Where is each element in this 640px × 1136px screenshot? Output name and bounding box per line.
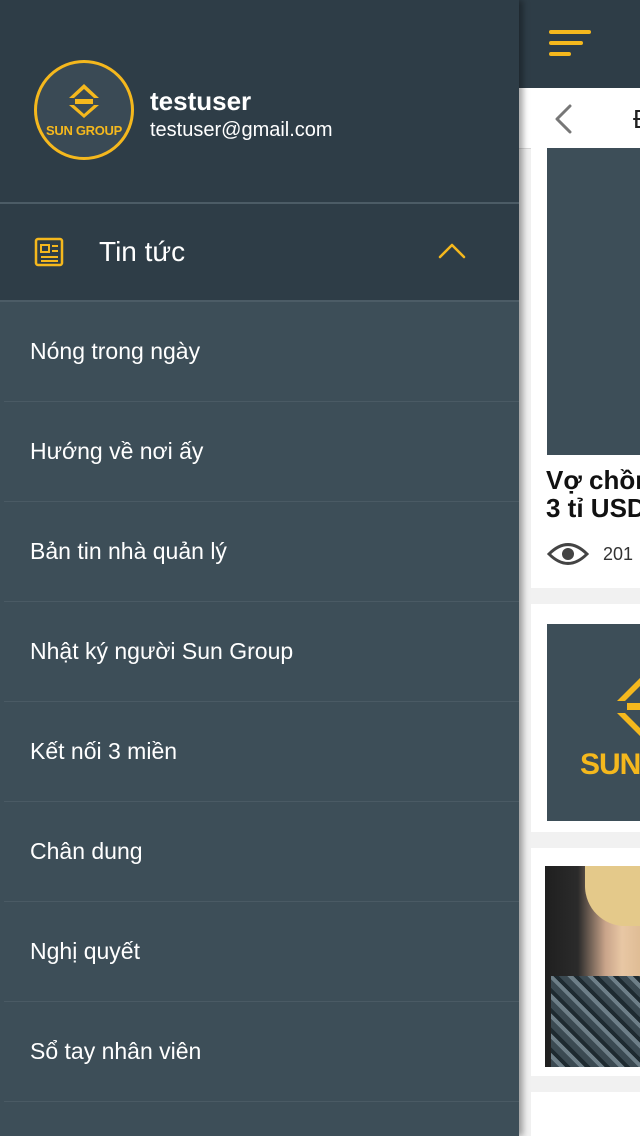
menu-item-label: Nhật ký người Sun Group: [30, 638, 294, 664]
eye-icon: [547, 543, 589, 565]
menu-item-ban-tin-nha-quan-ly[interactable]: Bản tin nhà quản lý: [4, 502, 519, 602]
news-card[interactable]: SUN G: [531, 604, 640, 832]
news-card-image: SUN G: [547, 624, 640, 821]
submenu-list: Nóng trong ngày Hướng về nơi ấy Bản tin …: [0, 302, 519, 1102]
menu-item-label: Chân dung: [30, 838, 143, 864]
menu-item-so-tay-nhan-vien[interactable]: Sổ tay nhân viên: [4, 1002, 519, 1102]
news-card[interactable]: [531, 848, 640, 1076]
section-label: Tin tức: [99, 236, 186, 267]
avatar: SUN GROUP: [34, 60, 134, 160]
news-card-image: [547, 148, 640, 455]
menu-item-chan-dung[interactable]: Chân dung: [4, 802, 519, 902]
menu-item-label: Nghị quyết: [30, 938, 140, 964]
menu-item-label: Kết nối 3 miền: [30, 738, 178, 764]
menu-item-label: Sổ tay nhân viên: [30, 1038, 202, 1064]
menu-item-label: Bản tin nhà quản lý: [30, 538, 227, 564]
newspaper-icon: [34, 237, 64, 267]
hamburger-menu-icon[interactable]: [549, 30, 593, 58]
section-header-news[interactable]: Tin tức: [0, 204, 519, 302]
menu-item-huong-ve-noi-ay[interactable]: Hướng về nơi ấy: [4, 402, 519, 502]
profile-header[interactable]: SUN GROUP testuser testuser@gmail.com: [0, 0, 519, 204]
news-card-title: Vợ chồn 3 tỉ USD: [546, 466, 640, 522]
navigation-drawer: SUN GROUP testuser testuser@gmail.com Ti…: [0, 0, 519, 1136]
content-pane: Đ Vợ chồn 3 tỉ USD 201 SUN G: [519, 0, 640, 1136]
chevron-left-icon[interactable]: [553, 104, 573, 134]
chevron-up-icon[interactable]: [438, 242, 466, 260]
menu-item-label: Hướng về nơi ấy: [30, 438, 204, 464]
top-bar: [519, 0, 640, 88]
news-card-photo: [545, 866, 640, 1067]
username: testuser: [150, 86, 252, 116]
menu-item-ket-noi-3-mien[interactable]: Kết nối 3 miền: [4, 702, 519, 802]
menu-item-label: Nóng trong ngày: [30, 338, 201, 364]
menu-item-nhat-ky-nguoi-sun-group[interactable]: Nhật ký người Sun Group: [4, 602, 519, 702]
news-card[interactable]: [531, 1092, 640, 1136]
sun-group-logo-icon: [617, 678, 640, 736]
avatar-logo-text: SUN GROUP: [45, 123, 123, 138]
sun-group-logo-icon: [69, 84, 99, 118]
sub-header-title: Đ: [633, 104, 640, 135]
sun-group-logo-text: SUN G: [580, 748, 640, 781]
news-card[interactable]: Vợ chồn 3 tỉ USD 201: [531, 148, 640, 588]
sub-header: Đ: [519, 88, 640, 149]
user-email: testuser@gmail.com: [150, 119, 333, 141]
menu-item-nong-trong-ngay[interactable]: Nóng trong ngày: [4, 302, 519, 402]
view-count: 201: [603, 544, 634, 564]
menu-item-nghi-quyet[interactable]: Nghị quyết: [4, 902, 519, 1002]
